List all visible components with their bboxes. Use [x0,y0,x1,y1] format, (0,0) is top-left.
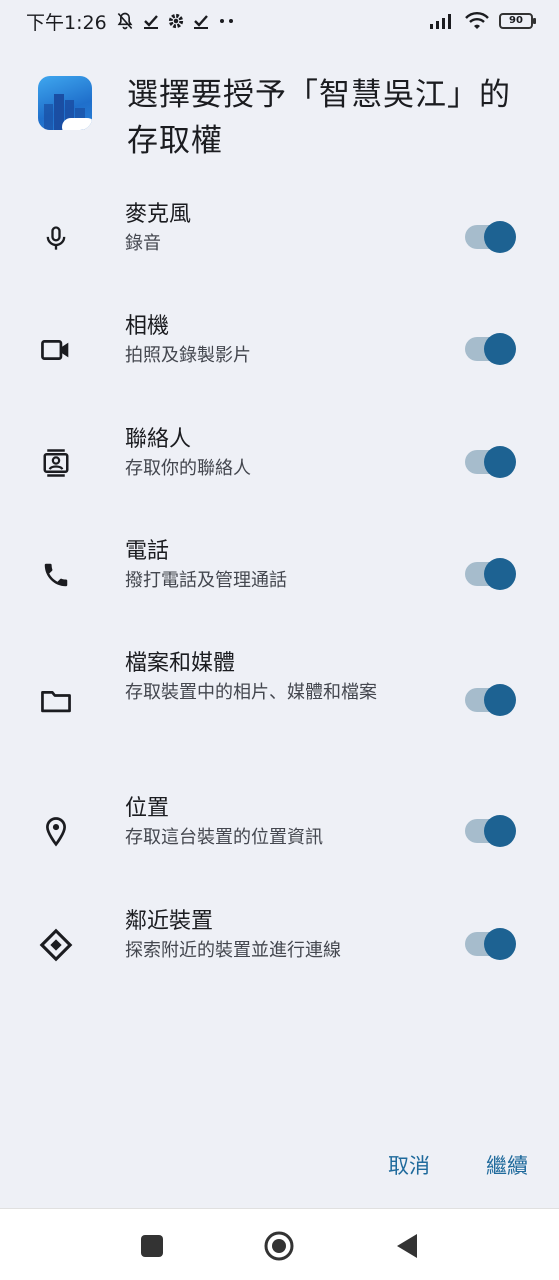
permission-subtitle: 錄音 [125,233,161,254]
permission-title: 相機 [125,314,170,339]
contacts-icon [36,443,76,483]
files-media-toggle[interactable] [463,683,517,717]
recents-icon[interactable] [135,1229,169,1263]
nearby-devices-icon [36,925,76,965]
permission-title: 檔案和媒體 [125,651,236,676]
permission-subtitle: 撥打電話及管理通話 [125,570,287,591]
dialog-header: 選擇要授予「智慧吳江」的存取權 [38,72,538,164]
check-icon [193,13,209,29]
back-icon[interactable] [390,1229,424,1263]
permission-title: 聯絡人 [125,427,192,452]
more-dots-icon [217,17,237,25]
permission-title: 鄰近裝置 [125,909,214,934]
permission-text: 聯絡人 存取你的聯絡人 [125,425,425,483]
nearby-devices-toggle[interactable] [463,927,517,961]
location-icon [36,812,76,852]
permission-title: 位置 [125,796,170,821]
permission-text: 相機 拍照及錄製影片 [125,312,425,370]
status-left: 下午1:26 [26,8,237,35]
status-time: 下午1:26 [26,11,107,34]
permission-text: 位置 存取這台裝置的位置資訊 [125,794,425,852]
phone-icon [36,555,76,595]
dialog-actions: 取消 繼續 [0,1146,559,1186]
signal-icon [429,12,455,30]
app-icon [38,76,92,130]
home-icon[interactable] [262,1229,296,1263]
folder-icon [36,681,76,721]
gear-icon [167,12,185,30]
permission-subtitle: 存取裝置中的相片、媒體和檔案 [125,682,377,703]
contacts-toggle[interactable] [463,445,517,479]
permission-subtitle: 存取這台裝置的位置資訊 [125,827,323,848]
permission-title: 麥克風 [125,202,192,227]
permission-text: 麥克風 錄音 [125,200,425,258]
phone-toggle[interactable] [463,557,517,591]
check-icon [143,13,159,29]
permission-text: 電話 撥打電話及管理通話 [125,537,425,595]
permission-text: 檔案和媒體 存取裝置中的相片、媒體和檔案 [125,649,425,707]
status-right: 90 [429,11,536,31]
continue-button[interactable]: 繼續 [486,1146,528,1186]
dialog-title: 選擇要授予「智慧吳江」的存取權 [127,77,511,159]
status-bar: 下午1:26 90 [0,0,559,42]
permission-subtitle: 存取你的聯絡人 [125,458,251,479]
wifi-icon [465,11,489,31]
microphone-icon [36,218,76,258]
camera-icon [36,330,76,370]
battery-icon: 90 [499,13,536,29]
navigation-bar [0,1208,559,1280]
permission-subtitle: 拍照及錄製影片 [125,345,251,366]
permission-text: 鄰近裝置 探索附近的裝置並進行連線 [125,907,425,965]
permission-title: 電話 [125,539,170,564]
mute-icon [115,11,135,31]
camera-toggle[interactable] [463,332,517,366]
location-toggle[interactable] [463,814,517,848]
cancel-button[interactable]: 取消 [388,1146,430,1186]
microphone-toggle[interactable] [463,220,517,254]
permission-subtitle: 探索附近的裝置並進行連線 [125,940,341,961]
